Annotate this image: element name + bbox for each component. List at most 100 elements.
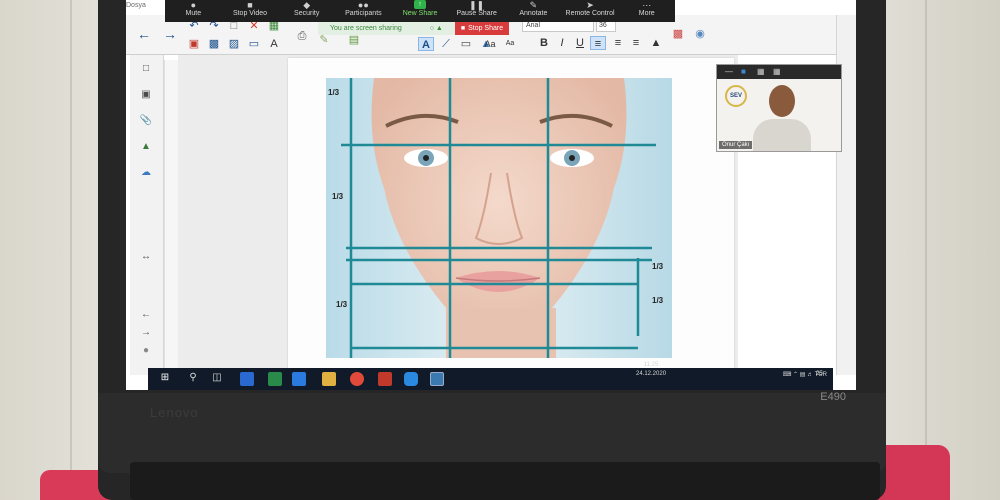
- sharing-status-text: You are screen sharing: [330, 25, 402, 32]
- edge-icon[interactable]: [292, 372, 306, 386]
- pause-share-button[interactable]: ❚❚ Pause Share: [448, 0, 505, 22]
- forward-arrow-icon[interactable]: →: [162, 27, 178, 41]
- wall-seam: [70, 0, 72, 500]
- stop-square-icon: ■: [460, 25, 466, 32]
- sidebar-tool-icon[interactable]: ●: [138, 345, 154, 359]
- participants-icon: ●●: [357, 0, 369, 10]
- notification-center-badge[interactable]: 25: [816, 371, 823, 377]
- text-options-icon[interactable]: ▲: [648, 36, 664, 50]
- proportion-label: 1/3: [328, 88, 340, 97]
- copy-icon[interactable]: ▩: [206, 37, 222, 51]
- wall-seam: [925, 0, 927, 500]
- align-left-icon[interactable]: ≡: [590, 36, 606, 50]
- gallery-icon[interactable]: ▤: [346, 33, 362, 47]
- cursor-icon: ➤: [586, 0, 594, 10]
- align-right-icon[interactable]: ≡: [628, 36, 644, 50]
- volume-icon[interactable]: ♬: [807, 372, 813, 378]
- zoom-controls-bar: ● Mute ■ Stop Video ◆ Security ●● Participan…: [165, 0, 675, 22]
- outlook-icon[interactable]: [240, 372, 254, 386]
- stop-share-button[interactable]: ■ Stop Share: [454, 22, 510, 35]
- proportion-label: 1/3: [332, 192, 344, 201]
- italic-button[interactable]: I: [554, 36, 570, 50]
- text-format-icon[interactable]: A: [266, 37, 282, 51]
- video-camera-icon: ■: [247, 0, 253, 10]
- text-tool-icon[interactable]: A: [418, 37, 434, 51]
- smart-notebook-icon[interactable]: [430, 372, 444, 386]
- gallery-tab-icon[interactable]: ▣: [138, 89, 154, 103]
- minimize-icon[interactable]: —: [725, 67, 733, 76]
- task-view-icon[interactable]: ◫: [210, 372, 224, 386]
- participant-body: [753, 119, 811, 151]
- face-proportion-image: [326, 78, 672, 358]
- participant-head: [769, 85, 795, 117]
- sidebar-next-icon[interactable]: →: [138, 327, 154, 341]
- sidebar-prev-icon[interactable]: ←: [138, 309, 154, 323]
- pen-color-icon[interactable]: ✎: [316, 33, 332, 47]
- save-icon[interactable]: ▨: [226, 37, 242, 51]
- vertical-scrollbar[interactable]: [164, 60, 178, 370]
- zoom-video-tile[interactable]: — ■ ▦ ▦ SEV Onur Çakı: [716, 64, 842, 152]
- sharing-indicator: You are screen sharing ○ ▲: [318, 22, 455, 35]
- clock-date: 24.12.2020: [636, 371, 667, 377]
- laptop-brand: Lenovo: [150, 405, 199, 420]
- acrobat-icon[interactable]: [378, 372, 392, 386]
- laptop-base: [130, 462, 880, 500]
- pause-icon: ❚❚: [469, 0, 485, 10]
- color-palette-icon[interactable]: ▩: [670, 27, 686, 41]
- document-camera-icon[interactable]: ⎙: [294, 29, 310, 43]
- properties-tab-icon[interactable]: ▲: [138, 141, 154, 155]
- new-share-button[interactable]: ↑ New Share: [392, 0, 449, 22]
- properties-icon[interactable]: ◉: [692, 27, 708, 41]
- underline-button[interactable]: U: [572, 36, 588, 50]
- clock-time: 11:25: [643, 362, 659, 368]
- font-grow-button[interactable]: Aa: [478, 37, 502, 51]
- file-explorer-icon[interactable]: [322, 372, 336, 386]
- remote-control-button[interactable]: ➤ Remote Control: [562, 0, 619, 22]
- shield-icon: ◆: [303, 0, 311, 10]
- mute-button[interactable]: ● Mute: [165, 0, 222, 22]
- taskbar-clock[interactable]: 11:25 24.12.2020: [636, 361, 666, 379]
- align-center-icon[interactable]: ≡: [610, 36, 626, 50]
- proportion-label: 1/3: [652, 262, 664, 271]
- pen-icon: ✎: [529, 0, 538, 10]
- participants-button[interactable]: ●● Participants: [335, 0, 392, 22]
- security-button[interactable]: ◆ Security: [278, 0, 335, 22]
- participant-logo: SEV: [725, 85, 747, 107]
- font-shrink-button[interactable]: Aa: [500, 37, 520, 51]
- pdf-icon[interactable]: ▣: [186, 37, 202, 51]
- chrome-icon[interactable]: [350, 372, 364, 386]
- annotate-button[interactable]: ✎ Annotate: [505, 0, 562, 22]
- back-arrow-icon[interactable]: ←: [136, 27, 152, 41]
- ellipsis-icon: ⋯: [642, 0, 652, 10]
- tray-expand-icon[interactable]: ⌃: [793, 372, 798, 378]
- touch-keyboard-icon[interactable]: ⌨: [783, 372, 792, 378]
- notebook-sidebar: □ ▣ 📎 ▲ ☁ ↔ ← → ●: [130, 55, 164, 375]
- speaker-view-icon[interactable]: ■: [741, 67, 746, 76]
- page-sorter-icon[interactable]: □: [138, 63, 154, 77]
- sidebar-resize-icon[interactable]: ↔: [138, 251, 154, 265]
- menu-label[interactable]: Dosya: [126, 2, 146, 9]
- laptop-chin: [98, 393, 886, 473]
- grid-view-icon[interactable]: ▦: [773, 67, 781, 76]
- stop-video-button[interactable]: ■ Stop Video: [222, 0, 279, 22]
- attachments-icon[interactable]: 📎: [138, 115, 154, 129]
- network-icon[interactable]: ▤: [800, 372, 806, 378]
- zoom-app-icon[interactable]: [404, 372, 418, 386]
- excel-icon[interactable]: [268, 372, 282, 386]
- eraser-icon[interactable]: ▭: [458, 37, 474, 51]
- screen-icon[interactable]: ▭: [246, 37, 262, 51]
- microphone-icon: ●: [190, 0, 197, 10]
- bold-button[interactable]: B: [536, 36, 552, 50]
- search-icon[interactable]: ⚲: [186, 372, 200, 386]
- gallery-view-icon[interactable]: ▦: [757, 67, 765, 76]
- more-button[interactable]: ⋯ More: [618, 0, 675, 22]
- addons-icon[interactable]: ☁: [138, 167, 154, 181]
- proportion-label: 1/3: [336, 300, 348, 309]
- windows-start-icon[interactable]: ⊞: [158, 372, 172, 386]
- participant-name: Onur Çakı: [719, 141, 753, 149]
- laptop-model: E490: [820, 391, 846, 403]
- sharing-status-strip: You are screen sharing ○ ▲ ■ Stop Share: [318, 22, 618, 35]
- sharing-info-icons: ○ ▲: [429, 25, 443, 32]
- proportion-label: 1/3: [652, 296, 664, 305]
- line-tool-icon[interactable]: ⟋: [438, 37, 454, 51]
